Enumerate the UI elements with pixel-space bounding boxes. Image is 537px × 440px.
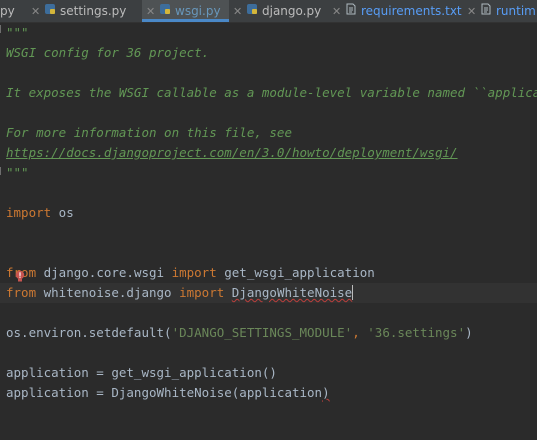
docstring-text: For more information on this file, see bbox=[6, 125, 292, 140]
string-literal: '36.settings' bbox=[367, 325, 466, 340]
tab-settings-py[interactable]: ✕ settings.py bbox=[31, 0, 132, 22]
text-file-icon bbox=[480, 0, 492, 22]
code-editor[interactable]: """ WSGI config for 36 project. It expos… bbox=[0, 23, 537, 440]
python-file-icon bbox=[159, 0, 171, 22]
module-name: whitenoise.django bbox=[36, 285, 180, 300]
close-icon[interactable]: ✕ bbox=[467, 1, 476, 22]
keyword-import: import bbox=[6, 205, 52, 220]
fold-marker-icon[interactable] bbox=[0, 25, 5, 33]
docstring-link[interactable]: https://docs.djangoproject.com/en/3.0/ho… bbox=[6, 145, 458, 160]
code-line-13[interactable]: from django.core.wsgi import get_wsgi_ap… bbox=[6, 263, 375, 283]
imported-name: get_wsgi_application bbox=[216, 265, 375, 280]
code-line-18[interactable]: application = get_wsgi_application() bbox=[6, 363, 277, 383]
docstring-close: """ bbox=[6, 165, 29, 180]
tab-wsgi-py[interactable]: ✕ wsgi.py bbox=[142, 0, 229, 22]
string-literal: 'DJANGO_SETTINGS_MODULE' bbox=[171, 325, 353, 340]
error-bulb-icon[interactable] bbox=[14, 267, 26, 282]
close-icon[interactable]: ✕ bbox=[233, 1, 242, 22]
tab-runtime-txt[interactable]: ✕ runtim bbox=[467, 0, 536, 22]
docstring-text: It exposes the WSGI callable as a module… bbox=[6, 85, 537, 100]
warning-paren: ) bbox=[322, 385, 330, 400]
tab-label: requirements.txt bbox=[361, 4, 462, 18]
assignment: application = get_wsgi_application() bbox=[6, 365, 277, 380]
docstring-open: """ bbox=[6, 25, 29, 40]
tab-requirements-txt[interactable]: ✕ requirements.txt bbox=[332, 0, 468, 22]
editor-tab-bar: py ✕ settings.py ✕ wsgi.py ✕ django.py ✕ req… bbox=[0, 0, 537, 23]
code-line-19[interactable]: application = DjangoWhiteNoise(applicati… bbox=[6, 383, 330, 403]
docstring-text: WSGI config for 36 project. bbox=[6, 45, 210, 60]
code-line-6[interactable]: For more information on this file, see bbox=[6, 123, 292, 143]
assignment: application = DjangoWhiteNoise(applicati… bbox=[6, 385, 323, 400]
close-icon[interactable]: ✕ bbox=[332, 1, 341, 22]
tab-label: py bbox=[0, 4, 15, 18]
text-caret bbox=[352, 285, 354, 300]
tab-partial-py[interactable]: py bbox=[0, 0, 15, 22]
code-line-16[interactable]: os.environ.setdefault('DJANGO_SETTINGS_M… bbox=[6, 323, 473, 343]
tab-label: runtim bbox=[496, 4, 536, 18]
code-line-8[interactable]: """ bbox=[6, 163, 29, 183]
argument-separator: , bbox=[352, 325, 368, 340]
tab-label: wsgi.py bbox=[175, 4, 221, 18]
code-line-10[interactable]: import os bbox=[6, 203, 74, 223]
python-file-icon bbox=[246, 0, 258, 22]
keyword-import: import bbox=[179, 285, 225, 300]
code-line-2[interactable]: WSGI config for 36 project. bbox=[6, 43, 209, 63]
tab-django-py[interactable]: ✕ django.py bbox=[233, 0, 327, 22]
module-name: os bbox=[51, 205, 74, 220]
text-file-icon bbox=[345, 0, 357, 22]
close-icon[interactable]: ✕ bbox=[31, 1, 40, 22]
python-file-icon bbox=[44, 0, 56, 22]
module-name: django.core.wsgi bbox=[36, 265, 172, 280]
code-line-7[interactable]: https://docs.djangoproject.com/en/3.0/ho… bbox=[6, 143, 458, 163]
tab-label: settings.py bbox=[60, 4, 127, 18]
call-suffix: ) bbox=[465, 325, 473, 340]
fold-marker-icon[interactable] bbox=[0, 167, 5, 175]
code-line-14-current[interactable]: from whitenoise.django import DjangoWhit… bbox=[0, 283, 537, 303]
call-prefix: os.environ.setdefault( bbox=[6, 325, 172, 340]
unresolved-reference: DjangoWhiteNoise bbox=[231, 285, 353, 300]
close-icon[interactable]: ✕ bbox=[146, 1, 155, 22]
keyword-from: from bbox=[6, 285, 37, 300]
code-line-1[interactable]: """ bbox=[6, 23, 29, 43]
tab-label: django.py bbox=[262, 4, 322, 18]
code-line-4[interactable]: It exposes the WSGI callable as a module… bbox=[6, 83, 537, 103]
keyword-import: import bbox=[171, 265, 217, 280]
